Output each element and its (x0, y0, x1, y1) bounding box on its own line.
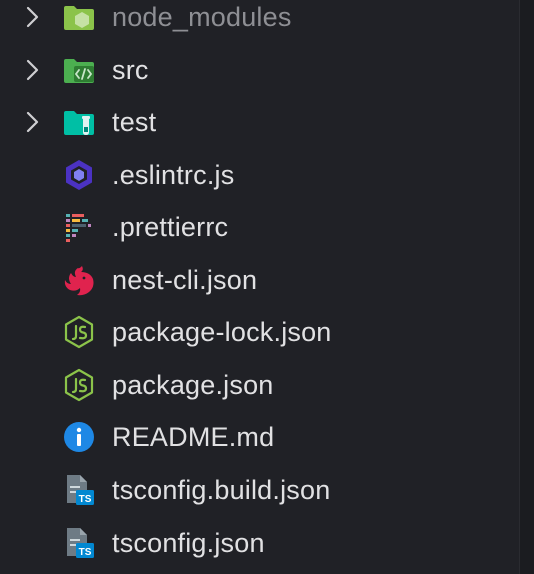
nestjs-icon (64, 266, 94, 296)
test-folder-icon (64, 111, 94, 135)
chevron-right-icon[interactable] (22, 58, 42, 82)
tree-item-test[interactable]: test (0, 96, 516, 148)
node-folder-icon (64, 6, 94, 30)
tsconfig-icon: TS (67, 528, 94, 558)
chevron-right-icon[interactable] (22, 110, 42, 134)
prettier-icon (66, 214, 91, 242)
tree-item-label: README.md (112, 421, 275, 452)
tree-item-package-json[interactable]: package.json (0, 359, 516, 411)
tree-item-label: test (112, 106, 157, 137)
tree-item-node-modules[interactable]: node_modules (0, 0, 516, 43)
tree-item-package-lock[interactable]: package-lock.json (0, 306, 516, 358)
tree-item-label: package-lock.json (112, 316, 332, 347)
tree-item-prettierrc[interactable]: .prettierrc (0, 201, 516, 253)
chevron-right-icon[interactable] (22, 5, 42, 29)
tree-item-label: .prettierrc (112, 211, 229, 242)
tree-item-label: .eslintrc.js (112, 159, 235, 190)
eslint-icon (66, 160, 92, 190)
tree-item-label: node_modules (112, 1, 292, 32)
tree-item-eslintrc[interactable]: .eslintrc.js (0, 149, 516, 201)
tsconfig-icon: TS (67, 475, 94, 505)
nodejs-icon (64, 368, 94, 402)
tree-item-tsconfig-build[interactable]: TS tsconfig.build.json (0, 464, 516, 516)
info-icon (64, 422, 94, 452)
tree-item-label: tsconfig.json (112, 527, 265, 558)
tree-item-label: package.json (112, 369, 274, 400)
tree-item-src[interactable]: src (0, 44, 516, 96)
ts-badge-text: TS (79, 494, 92, 505)
nodejs-icon (64, 315, 94, 349)
tree-item-nest-cli[interactable]: nest-cli.json (0, 254, 516, 306)
tree-item-label: nest-cli.json (112, 264, 258, 295)
tree-item-label: src (112, 54, 149, 85)
tree-item-tsconfig[interactable]: TS tsconfig.json (0, 517, 516, 569)
source-folder-icon (64, 59, 94, 83)
file-explorer: node_modules src test .eslintrc.js .pret… (0, 0, 534, 574)
ts-badge-text: TS (79, 547, 92, 558)
tree-item-readme[interactable]: README.md (0, 411, 516, 463)
tree-item-label: tsconfig.build.json (112, 474, 331, 505)
scrollbar-track[interactable] (519, 0, 534, 574)
